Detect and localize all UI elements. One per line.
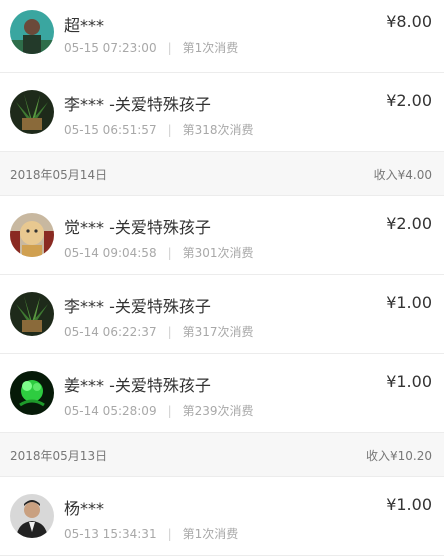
group-date: 2018年05月13日 xyxy=(10,449,108,463)
separator: | xyxy=(167,246,172,260)
avatar xyxy=(10,10,54,54)
consume-count: 第239次消费 xyxy=(182,404,254,418)
record-meta: 05-14 09:04:58 | 第301次消费 xyxy=(64,244,254,261)
user-name: 李*** -关爱特殊孩子 xyxy=(64,95,211,114)
consume-count: 第317次消费 xyxy=(182,325,254,339)
avatar xyxy=(10,213,54,257)
amount: ¥2.00 xyxy=(386,214,432,233)
separator: | xyxy=(167,123,172,137)
record-meta: 05-15 06:51:57 | 第318次消费 xyxy=(64,121,254,138)
record-time: 05-14 09:04:58 xyxy=(64,246,157,260)
avatar xyxy=(10,494,54,538)
plant-avatar-icon xyxy=(10,90,54,134)
user-name: 李*** -关爱特殊孩子 xyxy=(64,297,211,316)
list-item[interactable]: 觉*** -关爱特殊孩子 05-14 09:04:58 | 第301次消费 ¥2.0… xyxy=(0,196,444,275)
list-item[interactable]: 超*** 05-15 07:23:00 | 第1次消费 ¥8.00 xyxy=(0,0,444,73)
list-item[interactable]: 李*** -关爱特殊孩子 05-15 06:51:57 | 第318次消费 ¥2.0… xyxy=(0,73,444,152)
user-name: 超*** xyxy=(64,16,105,35)
record-meta: 05-14 06:22:37 | 第317次消费 xyxy=(64,323,254,340)
record-time: 05-13 15:34:31 xyxy=(64,527,157,541)
green-flower-avatar-icon xyxy=(10,371,54,415)
man-avatar-icon xyxy=(10,494,54,538)
record-time: 05-15 07:23:00 xyxy=(64,41,157,55)
avatar xyxy=(10,371,54,415)
group-date: 2018年05月14日 xyxy=(10,168,108,182)
user-name: 杨*** xyxy=(64,499,105,518)
list-item[interactable]: 姜*** -关爱特殊孩子 05-14 05:28:09 | 第239次消费 ¥1.0… xyxy=(0,354,444,433)
child-avatar-icon xyxy=(10,213,54,257)
group-income: 收入¥4.00 xyxy=(373,168,432,182)
separator: | xyxy=(167,527,172,541)
consume-count: 第1次消费 xyxy=(182,527,239,541)
date-group-header: 2018年05月14日 收入¥4.00 xyxy=(0,152,444,196)
amount: ¥2.00 xyxy=(386,91,432,110)
separator: | xyxy=(167,325,172,339)
separator: | xyxy=(167,404,172,418)
record-time: 05-14 05:28:09 xyxy=(64,404,157,418)
list-item[interactable]: 杨*** 05-13 15:34:31 | 第1次消费 ¥1.00 xyxy=(0,477,444,556)
record-time: 05-15 06:51:57 xyxy=(64,123,157,137)
person-green-avatar-icon xyxy=(10,10,54,54)
consume-count: 第1次消费 xyxy=(182,41,239,55)
record-meta: 05-15 07:23:00 | 第1次消费 xyxy=(64,39,238,56)
user-name: 姜*** -关爱特殊孩子 xyxy=(64,376,211,395)
record-meta: 05-13 15:34:31 | 第1次消费 xyxy=(64,525,238,542)
plant-avatar-icon xyxy=(10,292,54,336)
avatar xyxy=(10,292,54,336)
amount: ¥8.00 xyxy=(386,12,432,31)
record-meta: 05-14 05:28:09 | 第239次消费 xyxy=(64,402,254,419)
consume-count: 第318次消费 xyxy=(182,123,254,137)
date-group-header: 2018年05月13日 收入¥10.20 xyxy=(0,433,444,477)
separator: | xyxy=(167,41,172,55)
user-name: 觉*** -关爱特殊孩子 xyxy=(64,218,211,237)
avatar xyxy=(10,90,54,134)
record-time: 05-14 06:22:37 xyxy=(64,325,157,339)
consumption-list: 超*** 05-15 07:23:00 | 第1次消费 ¥8.00 李*** -关爱… xyxy=(0,0,444,556)
list-item[interactable]: 李*** -关爱特殊孩子 05-14 06:22:37 | 第317次消费 ¥1.0… xyxy=(0,275,444,354)
amount: ¥1.00 xyxy=(386,372,432,391)
group-income: 收入¥10.20 xyxy=(366,449,432,463)
amount: ¥1.00 xyxy=(386,293,432,312)
amount: ¥1.00 xyxy=(386,495,432,514)
consume-count: 第301次消费 xyxy=(182,246,254,260)
